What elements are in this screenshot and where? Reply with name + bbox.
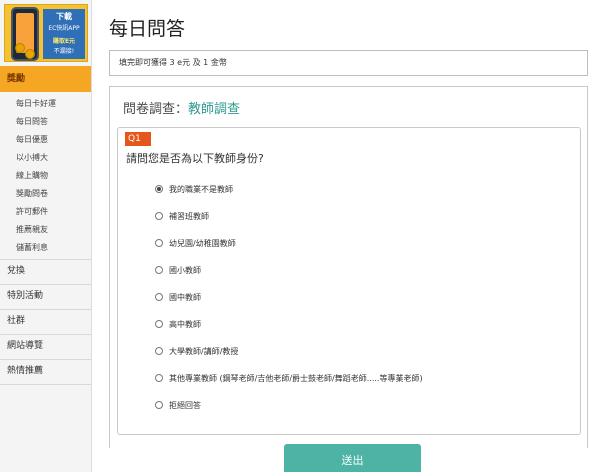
banner-line-3: 賺取E元 [52,38,76,45]
sidebar-item-daily-quiz[interactable]: 每日問答 [16,116,48,127]
survey-name: 教師調查 [188,102,241,117]
app-download-banner[interactable]: 下載 EC快訊APP 賺取E元 不漏接! [4,4,88,62]
question-card: Q1 請問您是否為以下教師身份? 我的職業不是教師 補習班教師 幼兒園/幼稚園教… [117,127,581,435]
divider [0,384,91,385]
option-label: 國中教師 [169,292,201,302]
question-number-badge: Q1 [125,132,151,146]
survey-title: 問卷調查：教師調查 [123,98,240,117]
option-label: 我的職業不是教師 [169,184,233,194]
sidebar-item-savings-interest[interactable]: 儲蓄利息 [16,242,48,253]
question-text: 請問您是否為以下教師身份? [126,152,264,165]
page-title: 每日問答 [109,18,186,40]
sidebar-item-daily-luck[interactable]: 每日卡好運 [16,98,56,109]
option-label: 幼兒園/幼稚園教師 [169,238,236,248]
radio-button[interactable] [155,185,163,193]
radio-button[interactable] [155,266,163,274]
option-high-school-teacher[interactable]: 高中教師 [155,317,201,331]
sidebar-item-reward-survey[interactable]: 獎勵問卷 [16,188,48,199]
option-label: 高中教師 [169,319,201,329]
sidebar-item-refer-friends[interactable]: 推薦親友 [16,224,48,235]
option-label: 大學教師/講師/教授 [169,346,239,356]
option-cram-school-teacher[interactable]: 補習班教師 [155,209,209,223]
radio-button[interactable] [155,320,163,328]
radio-button[interactable] [155,347,163,355]
banner-line-1: 下載 [56,12,72,21]
radio-button[interactable] [155,374,163,382]
daily-quiz-page: 下載 EC快訊APP 賺取E元 不漏接! 獎勵 每日卡好運 每日問答 每日優惠 … [0,0,600,472]
banner-line-4: 不漏接! [53,48,75,55]
sidebar-section-rewards[interactable]: 獎勵 [0,66,91,92]
option-label: 其他專業教師 (鋼琴老師/吉他老師/爵士鼓老師/舞蹈老師.....等專業老師) [169,373,423,383]
radio-button[interactable] [155,212,163,220]
sidebar-item-daily-deals[interactable]: 每日優惠 [16,134,48,145]
banner-panel: 下載 EC快訊APP 賺取E元 不漏接! [43,9,85,59]
sidebar-item-online-shopping[interactable]: 線上購物 [16,170,48,181]
option-junior-high-teacher[interactable]: 國中教師 [155,290,201,304]
coin-icon [25,49,35,59]
sidebar-section-redeem[interactable]: 兌換 [0,260,91,282]
survey-panel: 問卷調查：教師調查 Q1 請問您是否為以下教師身份? 我的職業不是教師 補習班教… [109,86,588,448]
option-elementary-teacher[interactable]: 國小教師 [155,263,201,277]
radio-button[interactable] [155,401,163,409]
survey-label: 問卷調查： [123,102,189,117]
sidebar: 下載 EC快訊APP 賺取E元 不漏接! 獎勵 每日卡好運 每日問答 每日優惠 … [0,0,92,472]
sidebar-section-recommend[interactable]: 熱情推薦 [0,360,91,382]
coin-icon [15,43,25,53]
sidebar-section-community[interactable]: 社群 [0,310,91,332]
option-not-teacher[interactable]: 我的職業不是教師 [155,182,233,196]
submit-button[interactable]: 送出 [284,444,421,472]
option-label: 補習班教師 [169,211,209,221]
reward-notice: 填完即可獲得 3 e元 及 1 金幣 [109,50,588,76]
banner-line-2: EC快訊APP [48,25,80,32]
sidebar-item-small-bet[interactable]: 以小搏大 [16,152,48,163]
radio-button[interactable] [155,239,163,247]
option-other-professional-teacher[interactable]: 其他專業教師 (鋼琴老師/吉他老師/爵士鼓老師/舞蹈老師.....等專業老師) [155,371,423,385]
option-label: 國小教師 [169,265,201,275]
option-label: 拒絕回答 [169,400,201,410]
option-kindergarten-teacher[interactable]: 幼兒園/幼稚園教師 [155,236,236,250]
sidebar-item-permission-mail[interactable]: 許可郵件 [16,206,48,217]
sidebar-section-special-events[interactable]: 特別活動 [0,285,91,307]
sidebar-section-site-guide[interactable]: 網站導覽 [0,335,91,357]
radio-button[interactable] [155,293,163,301]
option-university-teacher[interactable]: 大學教師/講師/教授 [155,344,238,358]
option-decline-to-answer[interactable]: 拒絕回答 [155,398,201,412]
